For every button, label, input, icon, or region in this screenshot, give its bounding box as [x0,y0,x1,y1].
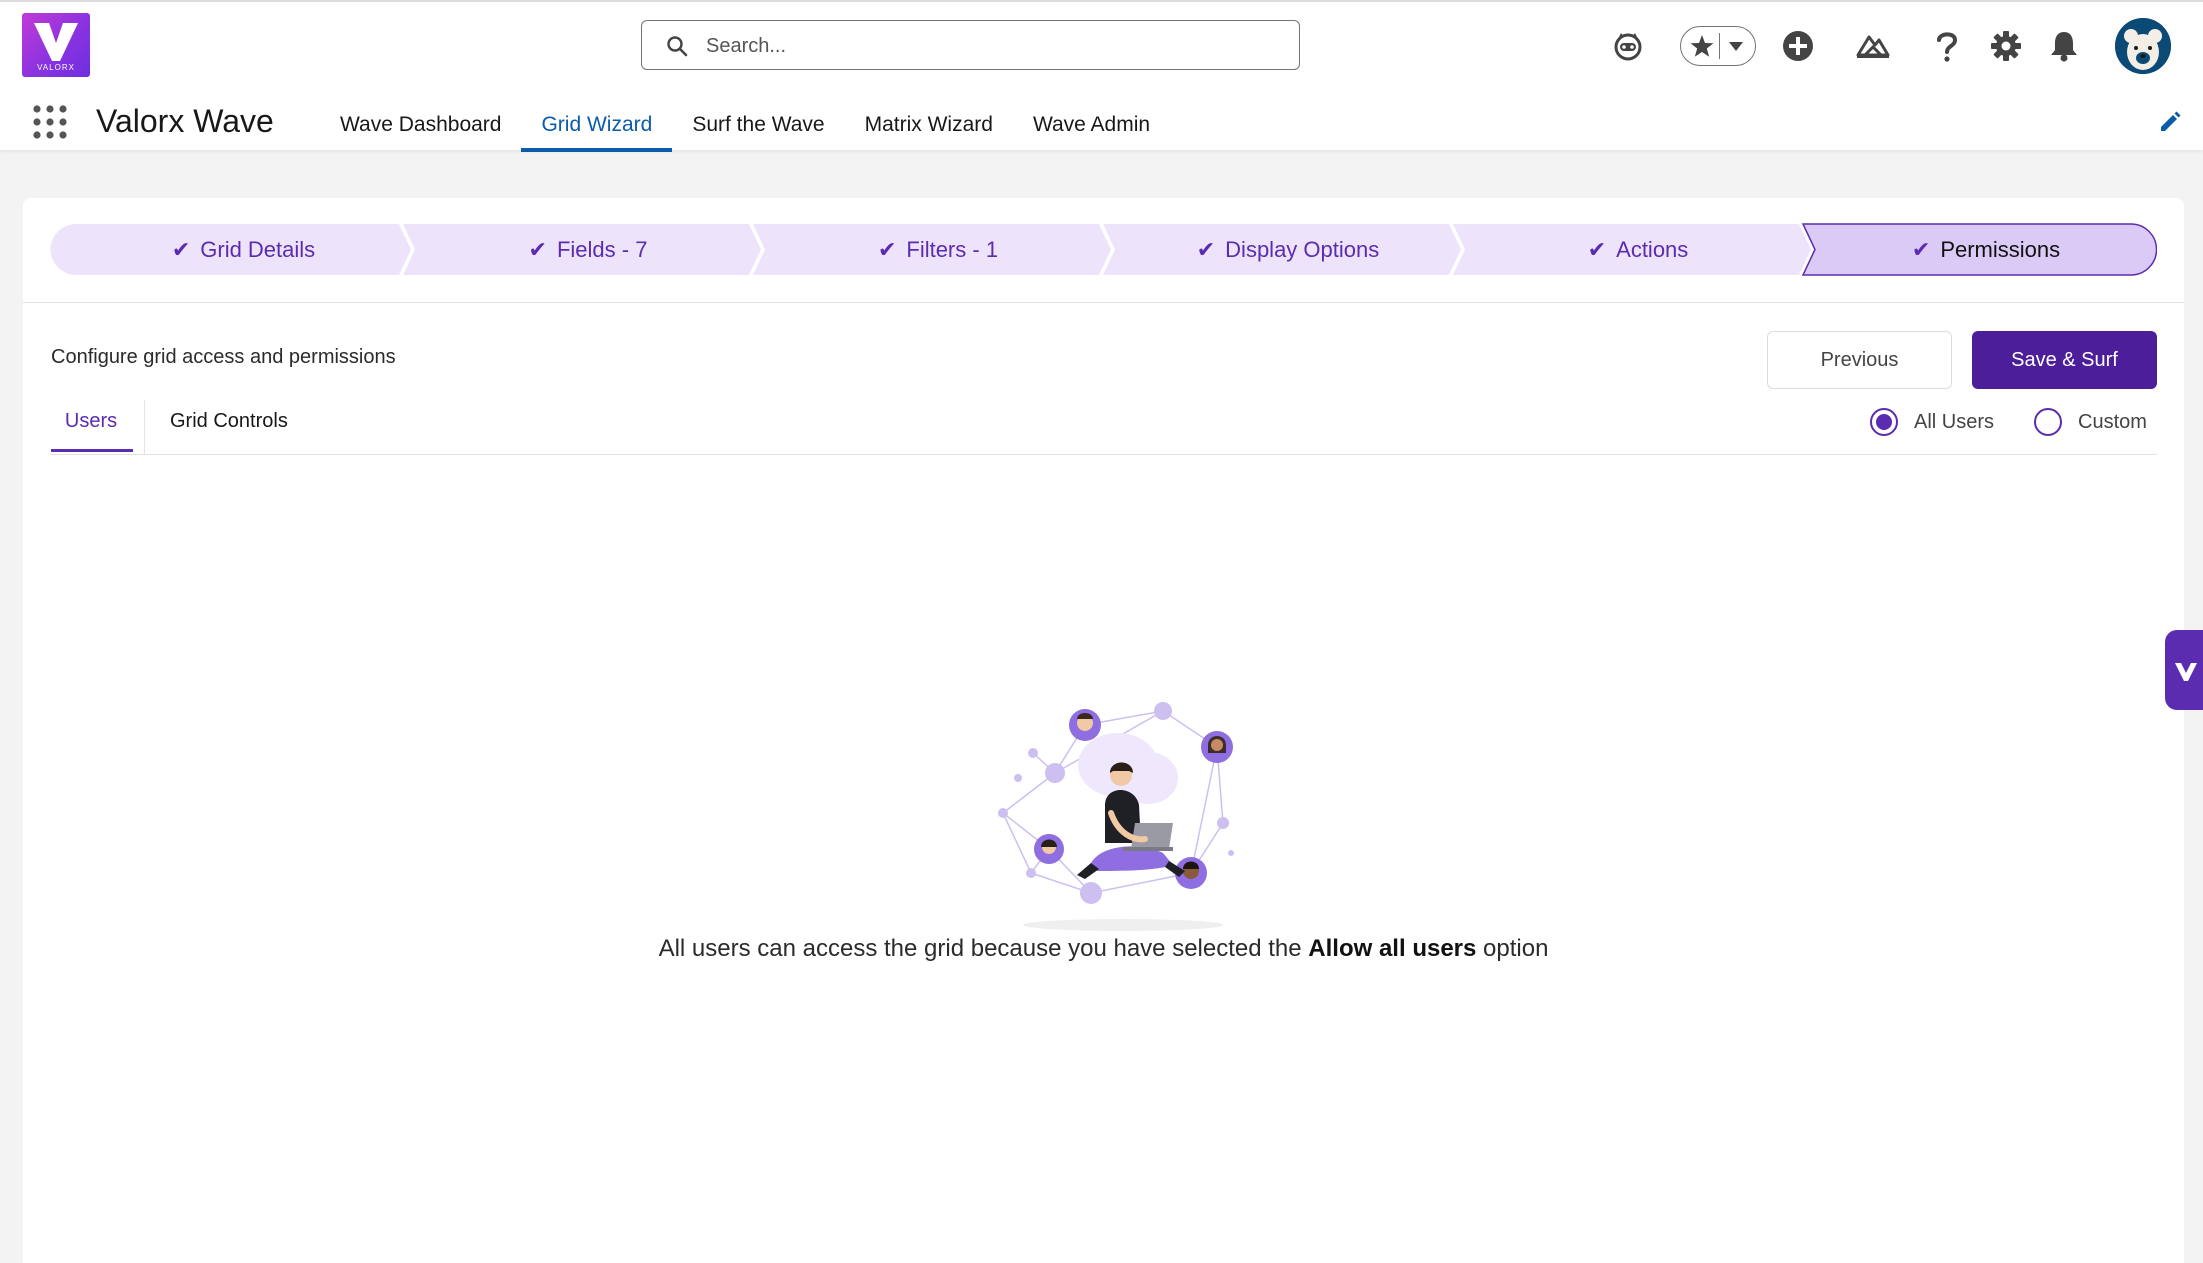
nav-matrix-wizard[interactable]: Matrix Wizard [845,97,1013,152]
favorites-group [1680,26,1756,66]
nav-surf-the-wave[interactable]: Surf the Wave [672,97,844,152]
stage-label: Display Options [1225,236,1380,262]
stage-label: Filters - 1 [906,236,999,262]
stage-fields[interactable]: ✔ Fields - 7 [415,223,761,276]
tab-grid-controls[interactable]: Grid Controls [170,410,288,433]
valorx-logo-icon [2175,663,2197,681]
stage-grid-details[interactable]: ✔ Grid Details [76,223,411,276]
network-users-illustration [998,702,1234,931]
settings-gear-icon[interactable] [1987,27,2025,65]
path-divider [23,302,2184,303]
help-icon[interactable] [1928,27,1966,65]
radio-all-users[interactable]: All Users [1870,408,1994,436]
nav-wave-dashboard[interactable]: Wave Dashboard [320,97,521,152]
nav-wave-admin[interactable]: Wave Admin [1013,97,1170,152]
stage-check-icon: ✔ [877,236,897,262]
edit-nav-pencil-icon[interactable] [2158,110,2182,134]
radio-custom[interactable]: Custom [2034,408,2147,436]
favorites-star-icon[interactable] [1689,33,1715,59]
radio-button[interactable] [2034,408,2062,436]
stage-label: Grid Details [200,236,316,262]
app-launcher-icon[interactable] [32,104,68,140]
trailhead-icon[interactable] [1854,27,1892,65]
notifications-bell-icon[interactable] [2045,27,2083,65]
logo-wordmark: VALORX [37,63,75,72]
stage-check-icon: ✔ [171,236,191,262]
empty-state-message: All users can access the grid because yo… [23,935,2184,963]
user-avatar[interactable] [2115,18,2171,74]
stage-label: Permissions [1940,236,2061,262]
stage-check-icon: ✔ [528,236,547,262]
global-header: VALORX Search... Valorx Wave Wave Dashbo… [0,0,2203,152]
radio-button-selected[interactable] [1870,408,1898,436]
main-nav: Wave Dashboard Grid Wizard Surf the Wave… [320,97,1170,152]
valorx-side-panel-toggle[interactable] [2165,630,2203,710]
valorx-logo[interactable]: VALORX [22,13,90,77]
empty-state-suffix: option [1476,935,1549,962]
tab-users[interactable]: Users [51,410,131,454]
nav-grid-wizard[interactable]: Grid Wizard [521,97,673,152]
app-name: Valorx Wave [96,103,274,139]
stage-check-icon: ✔ [1196,236,1216,262]
empty-state-prefix: All users can access the grid because yo… [658,935,1309,962]
empty-state-emphasis: Allow all users [1308,935,1477,962]
wizard-path: ✔ Grid Details ✔ Fields - 7 ✔ Filters - 1 ✔… [50,223,2157,276]
stage-label: Actions [1616,236,1689,262]
search-icon [667,36,688,57]
grid-wizard-card: ✔ Grid Details ✔ Fields - 7 ✔ Filters - 1 ✔… [23,198,2184,1263]
add-icon[interactable] [1779,27,1817,65]
favorites-divider [1719,33,1720,59]
radio-label: Custom [2078,410,2147,433]
save-and-surf-button[interactable]: Save & Surf [1972,331,2157,389]
global-search[interactable] [641,20,1300,70]
stage-filters[interactable]: ✔ Filters - 1 [765,223,1111,276]
astro-icon[interactable] [1609,27,1647,65]
radio-label: All Users [1914,410,1995,433]
stage-check-icon: ✔ [1587,236,1607,262]
stage-check-icon: ✔ [1911,236,1931,262]
stage-display-options[interactable]: ✔ Display Options [1115,223,1461,276]
tabs-divider [51,454,2157,455]
active-tab-indicator [51,449,133,452]
stage-permissions[interactable]: ✔ Permissions [1815,223,2157,276]
previous-button[interactable]: Previous [1767,331,1952,389]
section-subtitle: Configure grid access and permissions [51,346,396,368]
stage-label: Fields - 7 [556,236,648,262]
favorites-dropdown-icon[interactable] [1728,39,1744,53]
bear-avatar-icon [2115,18,2171,74]
search-input[interactable] [704,29,1268,63]
tab-separator [144,400,145,454]
stage-actions[interactable]: ✔ Actions [1465,223,1811,276]
